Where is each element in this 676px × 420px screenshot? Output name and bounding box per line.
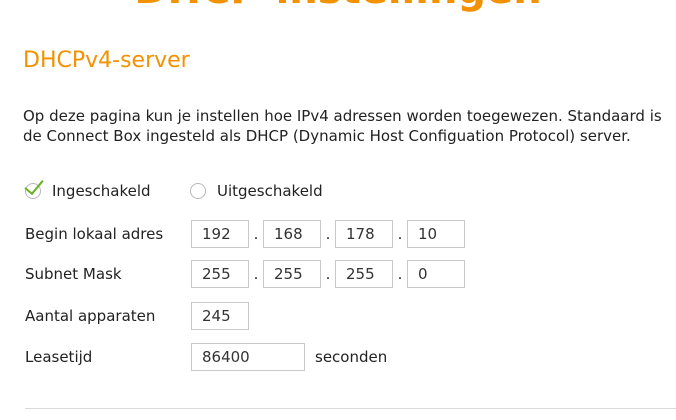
- page-title: DHCP-instellingen: [134, 0, 541, 13]
- checkmark-icon: [24, 174, 44, 199]
- start-address-octet-1[interactable]: [191, 220, 249, 248]
- octet-separator: .: [325, 225, 331, 243]
- lease-time-unit: seconden: [315, 348, 388, 366]
- dhcp-mode-radio-group: Ingeschakeld Uitgeschakeld: [24, 174, 323, 204]
- subnet-mask-octet-4[interactable]: [407, 260, 465, 288]
- device-count-input[interactable]: [191, 302, 249, 330]
- radio-empty-icon: [190, 183, 206, 199]
- section-divider: [25, 408, 676, 409]
- octet-separator: .: [325, 265, 331, 283]
- start-address-octet-4[interactable]: [407, 220, 465, 248]
- lease-time-label: Leasetijd: [25, 348, 93, 366]
- subnet-mask-label: Subnet Mask: [25, 265, 122, 283]
- device-count-row: Aantal apparaten: [25, 302, 249, 330]
- section-description: Op deze pagina kun je instellen hoe IPv4…: [23, 107, 662, 145]
- octet-separator: .: [253, 225, 259, 243]
- start-address-label: Begin lokaal adres: [25, 225, 164, 243]
- lease-time-row: Leasetijd seconden: [25, 343, 387, 371]
- radio-enabled-label: Ingeschakeld: [52, 182, 151, 200]
- subnet-mask-octet-1[interactable]: [191, 260, 249, 288]
- start-address-row: Begin lokaal adres . . .: [25, 220, 465, 248]
- subnet-mask-octet-3[interactable]: [335, 260, 393, 288]
- subnet-mask-octet-2[interactable]: [263, 260, 321, 288]
- radio-enabled[interactable]: Ingeschakeld: [24, 174, 190, 200]
- start-address-octet-2[interactable]: [263, 220, 321, 248]
- start-address-octet-3[interactable]: [335, 220, 393, 248]
- radio-disabled[interactable]: Uitgeschakeld: [190, 182, 323, 200]
- section-title: DHCPv4-server: [23, 48, 190, 73]
- octet-separator: .: [253, 265, 259, 283]
- lease-time-input[interactable]: [191, 343, 305, 371]
- octet-separator: .: [397, 265, 403, 283]
- subnet-mask-row: Subnet Mask . . .: [25, 260, 465, 288]
- radio-disabled-label: Uitgeschakeld: [217, 182, 323, 200]
- device-count-label: Aantal apparaten: [25, 307, 156, 325]
- octet-separator: .: [397, 225, 403, 243]
